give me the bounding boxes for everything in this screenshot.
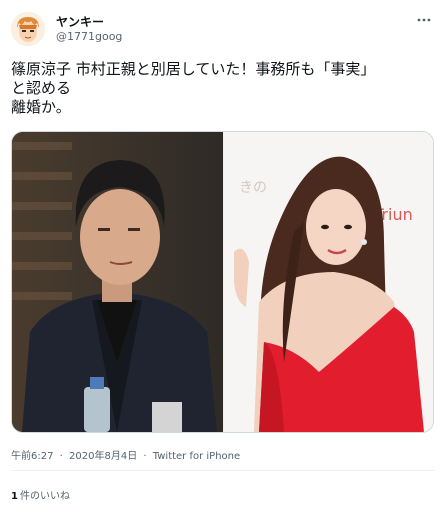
user-handle[interactable]: @1771goog — [56, 30, 122, 43]
tweet-time[interactable]: 午前6:27 — [11, 451, 53, 462]
tweet-text-line: 離婚か。 — [11, 98, 71, 116]
tweet-meta: 午前6:27 · 2020年8月4日 · Twitter for iPhone — [11, 447, 243, 462]
more-options-icon[interactable] — [414, 12, 434, 28]
tweet-date[interactable]: 2020年8月4日 — [69, 451, 137, 462]
divider — [11, 470, 435, 471]
user-name[interactable]: ヤンキー — [56, 13, 104, 30]
avatar[interactable] — [11, 12, 45, 46]
photo-right[interactable]: きの Triun — [224, 132, 433, 432]
photo-left[interactable] — [12, 132, 223, 432]
svg-text:きの: きの — [239, 180, 267, 196]
likes-count: 1 — [11, 491, 18, 502]
meta-separator: · — [59, 451, 63, 462]
tweet-text: 篠原涼子 市村正親と別居していた！事務所も「事実」 と認める 離婚か。 — [11, 60, 435, 117]
likes-label: 件のいいね — [19, 491, 70, 502]
tweet-media[interactable]: きの Triun — [11, 131, 434, 433]
tweet-text-line: と認める — [11, 79, 72, 97]
likes-link[interactable]: 1 件のいいね — [11, 487, 70, 502]
tweet-text-line: 篠原涼子 市村正親と別居していた！事務所も「事実」 — [11, 60, 376, 78]
meta-separator: · — [143, 451, 147, 462]
tweet: ヤンキー @1771goog 篠原涼子 市村正親と別居していた！事務所も「事実」… — [0, 0, 446, 512]
tweet-source[interactable]: Twitter for iPhone — [153, 451, 240, 462]
